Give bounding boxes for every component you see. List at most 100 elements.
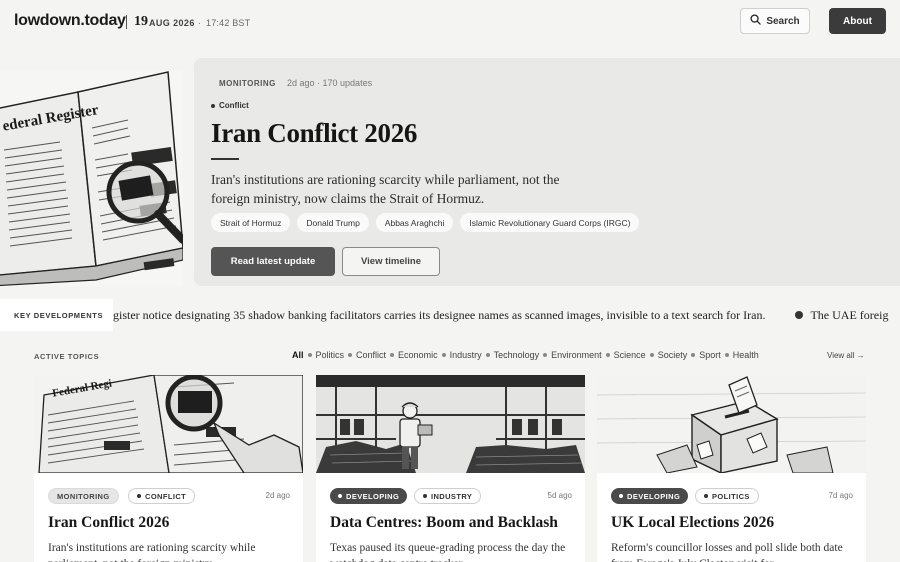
- search-icon: [750, 14, 762, 28]
- filter-label: Industry: [449, 350, 482, 360]
- filter-label: Technology: [493, 350, 540, 360]
- date-day: 19: [134, 14, 148, 29]
- filter-dot: [390, 353, 395, 357]
- hero-description: Iran's institutions are rationing scarci…: [211, 172, 560, 206]
- card-title[interactable]: Data Centres: Boom and Backlash: [330, 514, 558, 532]
- hero-meta: 2d ago · 170 updates: [287, 78, 373, 88]
- filter-politics[interactable]: Politics: [304, 350, 345, 360]
- filter-society[interactable]: Society: [646, 350, 688, 360]
- filter-dot: [724, 353, 729, 357]
- ticker-item-text: The UAE foreig: [810, 307, 889, 322]
- date-month-year: AUG 2026: [149, 18, 195, 28]
- tag-donald-trump[interactable]: Donald Trump: [297, 213, 369, 232]
- hero-category-label: Conflict: [219, 101, 249, 110]
- ticker-item[interactable]: gister notice designating 35 shadow bank…: [113, 308, 765, 323]
- read-latest-update-button[interactable]: Read latest update: [211, 247, 335, 276]
- card-description: Reform's councillor losses and poll slid…: [611, 542, 843, 562]
- card-description: Texas paused its queue-grading process t…: [330, 542, 566, 562]
- status-label: DEVELOPING: [627, 491, 681, 501]
- card-image: Federal Regi: [34, 375, 303, 473]
- filter-economic[interactable]: Economic: [386, 350, 438, 360]
- filter-dot: [485, 353, 490, 357]
- filter-all[interactable]: All: [292, 350, 304, 360]
- category-label: INDUSTRY: [431, 491, 473, 501]
- filter-dot: [543, 353, 548, 357]
- site-header: lowdown.today 19 AUG 2026 · 17:42 BST Se…: [0, 0, 900, 44]
- category-dot: [137, 494, 141, 498]
- filter-dot: [441, 353, 446, 357]
- title-divider: [211, 158, 239, 160]
- status-badge: DEVELOPING: [611, 488, 689, 504]
- view-all-link[interactable]: View all →: [827, 351, 865, 360]
- filter-label: Economic: [398, 350, 438, 360]
- filter-dot: [691, 353, 696, 357]
- category-dot: [423, 494, 427, 498]
- date-separator: ·: [198, 18, 201, 28]
- card-age: 2d ago: [265, 491, 290, 500]
- topic-filters: All Politics Conflict Economic Industry …: [292, 350, 759, 360]
- status-dot: [619, 494, 623, 498]
- filter-health[interactable]: Health: [721, 350, 759, 360]
- card-age: 5d ago: [547, 491, 572, 500]
- hero-title[interactable]: Iran Conflict 2026: [211, 118, 417, 149]
- active-topics-label: ACTIVE TOPICS: [34, 352, 100, 361]
- filter-label: Health: [732, 350, 759, 360]
- category-badge[interactable]: INDUSTRY: [414, 488, 482, 504]
- filter-conflict[interactable]: Conflict: [344, 350, 386, 360]
- ticker-bullet: [795, 311, 804, 319]
- card-image: [316, 375, 585, 473]
- filter-label: Environment: [551, 350, 602, 360]
- hero-illustration[interactable]: ederal Register: [0, 70, 183, 286]
- hero-tags: Strait of Hormuz Donald Trump Abbas Arag…: [211, 213, 640, 232]
- category-badge[interactable]: POLITICS: [695, 488, 759, 504]
- topic-card-data-centres[interactable]: DEVELOPING INDUSTRY 5d ago Data Centres:…: [316, 375, 585, 562]
- category-dot: [211, 103, 215, 108]
- category-badge[interactable]: CONFLICT: [128, 488, 196, 504]
- tag-irgc[interactable]: Islamic Revolutionary Guard Corps (IRGC): [460, 213, 640, 232]
- card-title[interactable]: Iran Conflict 2026: [48, 514, 169, 532]
- search-button[interactable]: Search: [740, 8, 810, 34]
- card-image: [597, 375, 866, 473]
- status-badge: DEVELOPING: [330, 488, 408, 504]
- filter-label: Politics: [315, 350, 345, 360]
- filter-industry[interactable]: Industry: [438, 350, 482, 360]
- filter-label: All: [292, 350, 304, 360]
- status-label: DEVELOPING: [346, 491, 400, 501]
- category-dot: [704, 494, 708, 498]
- featured-topic-card[interactable]: MONITORING 2d ago · 170 updates Conflict…: [194, 58, 900, 286]
- ticker-track: gister notice designating 35 shadow bank…: [113, 299, 888, 331]
- hero-category[interactable]: Conflict: [211, 101, 249, 110]
- tag-strait-of-hormuz[interactable]: Strait of Hormuz: [211, 213, 291, 232]
- search-label: Search: [766, 15, 800, 27]
- view-timeline-button[interactable]: View timeline: [342, 247, 440, 276]
- category-label: POLITICS: [712, 491, 750, 501]
- card-age: 7d ago: [828, 491, 853, 500]
- filter-label: Science: [613, 350, 646, 360]
- about-button[interactable]: About: [829, 8, 886, 34]
- filter-dot: [649, 353, 654, 357]
- ticker-item[interactable]: The UAE foreig: [765, 308, 888, 323]
- filter-dot: [605, 353, 610, 357]
- ticker-label: KEY DEVELOPMENTS: [0, 299, 113, 331]
- filter-science[interactable]: Science: [602, 350, 646, 360]
- filter-label: Conflict: [356, 350, 387, 360]
- site-logo[interactable]: lowdown.today: [14, 12, 126, 30]
- filter-label: Society: [657, 350, 688, 360]
- filter-dot: [307, 353, 312, 357]
- filter-dot: [348, 353, 353, 357]
- filter-sport[interactable]: Sport: [687, 350, 721, 360]
- status-badge: MONITORING: [48, 488, 119, 504]
- topic-card-uk-local-elections[interactable]: DEVELOPING POLITICS 7d ago UK Local Elec…: [597, 375, 866, 562]
- filter-environment[interactable]: Environment: [539, 350, 602, 360]
- filter-technology[interactable]: Technology: [482, 350, 540, 360]
- ticker-item-text: gister notice designating 35 shadow bank…: [113, 307, 766, 322]
- card-description: Iran's institutions are rationing scarci…: [48, 542, 256, 562]
- date-time: 17:42 BST: [206, 18, 251, 28]
- category-label: CONFLICT: [145, 491, 187, 501]
- status-label: MONITORING: [57, 491, 110, 501]
- status-dot: [338, 494, 342, 498]
- tag-abbas-araghchi[interactable]: Abbas Araghchi: [375, 213, 454, 232]
- header-divider: [126, 15, 127, 29]
- card-title[interactable]: UK Local Elections 2026: [611, 514, 774, 532]
- topic-card-iran-conflict[interactable]: Federal Regi MONITORING CONFLICT 2d ago …: [34, 375, 303, 562]
